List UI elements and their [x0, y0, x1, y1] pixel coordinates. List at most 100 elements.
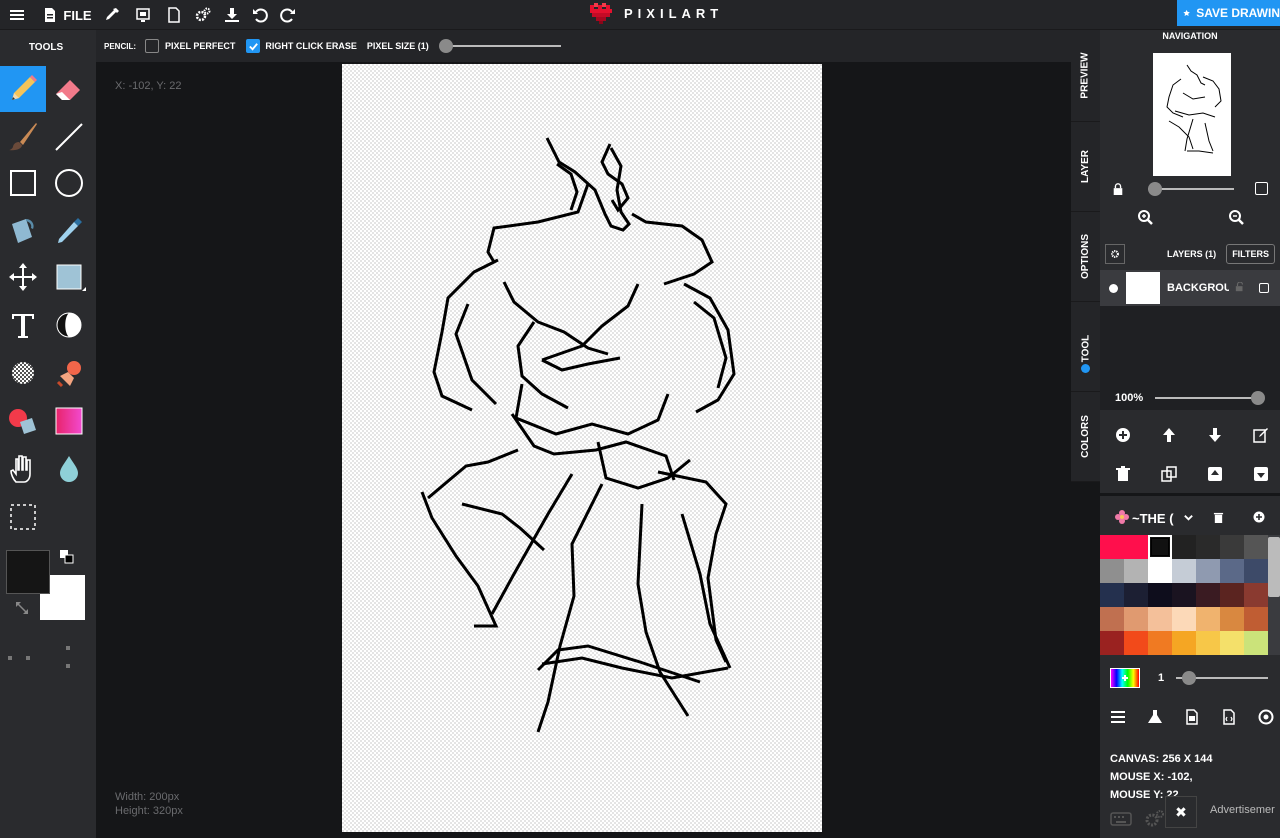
palette-color-swatch[interactable] — [1244, 607, 1268, 631]
rectangle-tool[interactable] — [0, 160, 46, 206]
zoom-out-icon[interactable] — [1228, 209, 1244, 230]
palette-color-swatch[interactable] — [1196, 631, 1220, 655]
redo-icon[interactable] — [278, 3, 298, 27]
primary-color-swatch[interactable] — [6, 550, 50, 594]
palette-color-swatch[interactable] — [1172, 535, 1196, 559]
move-layer-up-icon[interactable] — [1161, 427, 1207, 448]
pixel-size-knob[interactable] — [438, 39, 453, 53]
more-tools-icon[interactable] — [8, 642, 78, 672]
palette-target-icon[interactable] — [1258, 709, 1278, 730]
palette-color-swatch[interactable] — [1124, 535, 1148, 559]
blur-tool[interactable] — [46, 446, 92, 492]
settings-gears-icon[interactable] — [193, 3, 213, 27]
layer-opacity-slider[interactable] — [1155, 391, 1266, 405]
palette-color-swatch[interactable] — [1220, 583, 1244, 607]
palette-color-swatch[interactable] — [1100, 535, 1124, 559]
palette-list-icon[interactable] — [1110, 709, 1147, 730]
delete-palette-icon[interactable] — [1213, 511, 1224, 526]
lock-icon[interactable] — [1112, 182, 1124, 200]
layer-item[interactable]: BACKGROUI — [1100, 270, 1280, 306]
eraser-tool[interactable] — [46, 66, 92, 112]
duplicate-layer-icon[interactable] — [1161, 466, 1207, 487]
ellipse-tool[interactable] — [46, 160, 92, 206]
add-palette-icon[interactable] — [1253, 511, 1265, 526]
pixel-size-slider[interactable] — [438, 39, 561, 53]
color-picker-icon[interactable] — [102, 3, 122, 27]
filters-button[interactable]: FILTERS — [1226, 244, 1276, 264]
undo-icon[interactable] — [250, 3, 270, 27]
palette-color-swatch[interactable] — [1100, 631, 1124, 655]
delete-layer-icon[interactable] — [1115, 466, 1161, 487]
palette-dropdown-icon[interactable] — [1183, 511, 1194, 526]
drawing-canvas[interactable] — [342, 64, 822, 832]
stamp-tool[interactable] — [46, 350, 92, 396]
layer-select-checkbox[interactable] — [1259, 283, 1269, 293]
layer-lock-icon[interactable] — [1235, 280, 1245, 295]
line-tool[interactable] — [46, 114, 92, 160]
palette-color-swatch[interactable] — [1244, 631, 1268, 655]
fit-view-icon[interactable] — [1255, 182, 1268, 195]
brush-size-slider[interactable] — [1176, 671, 1269, 685]
pencil-tool[interactable] — [0, 66, 46, 112]
gears-icon[interactable] — [1144, 810, 1164, 833]
palette-color-swatch[interactable] — [1100, 559, 1124, 583]
move-layer-down-icon[interactable] — [1207, 427, 1253, 448]
palette-color-swatch[interactable] — [1220, 559, 1244, 583]
keyboard-icon[interactable] — [1110, 812, 1132, 831]
palette-color-swatch[interactable] — [1196, 559, 1220, 583]
merge-layer-down-icon[interactable] — [1253, 466, 1273, 487]
tab-layer[interactable]: LAYER — [1071, 122, 1100, 212]
swap-colors-icon[interactable] — [14, 600, 30, 616]
swap-default-colors-icon[interactable] — [60, 550, 74, 564]
marquee-select-tool[interactable] — [0, 494, 46, 540]
palette-color-swatch[interactable] — [1220, 535, 1244, 559]
tab-options[interactable]: OPTIONS — [1071, 212, 1100, 302]
pixilart-logo[interactable]: PIXILART — [588, 0, 723, 26]
move-tool[interactable] — [0, 254, 46, 300]
dither-tool[interactable] — [0, 350, 46, 396]
tab-tool[interactable]: TOOL — [1071, 302, 1100, 392]
bucket-fill-tool[interactable] — [0, 208, 46, 254]
color-picker-add-icon[interactable] — [1110, 668, 1140, 688]
palette-color-swatch[interactable] — [1172, 559, 1196, 583]
palette-color-swatch[interactable] — [1124, 607, 1148, 631]
palette-color-swatch[interactable] — [1148, 559, 1172, 583]
palette-color-swatch[interactable] — [1148, 607, 1172, 631]
merge-layer-up-icon[interactable] — [1207, 466, 1253, 487]
palette-color-swatch[interactable] — [1220, 631, 1244, 655]
palette-color-swatch[interactable] — [1172, 607, 1196, 631]
palette-color-swatch[interactable] — [1124, 559, 1148, 583]
gradient-tool[interactable] — [46, 398, 92, 444]
palette-color-swatch[interactable] — [1124, 631, 1148, 655]
shape-select-tool[interactable] — [46, 254, 92, 300]
palette-color-swatch[interactable] — [1196, 535, 1220, 559]
right-click-erase-checkbox[interactable] — [246, 39, 261, 53]
layer-visibility-icon[interactable] — [1109, 283, 1118, 293]
palette-color-swatch[interactable] — [1244, 535, 1268, 559]
layer-opacity-knob[interactable] — [1251, 391, 1266, 405]
palette-color-swatch[interactable] — [1148, 583, 1172, 607]
text-tool[interactable] — [0, 302, 46, 348]
eyedropper-tool[interactable] — [46, 208, 92, 254]
tab-preview[interactable]: PREVIEW — [1071, 30, 1100, 122]
navigation-zoom-knob[interactable] — [1148, 182, 1162, 196]
palette-color-swatch[interactable] — [1196, 607, 1220, 631]
palette-color-swatch[interactable] — [1220, 607, 1244, 631]
tab-colors[interactable]: COLORS — [1071, 392, 1100, 482]
palette-export-icon[interactable] — [1184, 709, 1221, 730]
palette-color-swatch[interactable] — [1172, 631, 1196, 655]
layer-settings-icon[interactable] — [1105, 244, 1125, 264]
menu-icon[interactable] — [8, 3, 26, 27]
color-replace-tool[interactable] — [0, 398, 46, 444]
navigation-thumbnail[interactable] — [1153, 53, 1231, 176]
pixel-perfect-checkbox[interactable] — [145, 39, 159, 53]
file-menu-button[interactable]: FILE — [42, 3, 92, 27]
save-drawing-button[interactable]: SAVE DRAWIN — [1177, 0, 1280, 26]
pan-tool[interactable] — [0, 446, 46, 492]
navigation-zoom-slider[interactable] — [1148, 182, 1234, 196]
palette-color-swatch[interactable] — [1244, 583, 1268, 607]
palette-color-swatch[interactable] — [1100, 607, 1124, 631]
download-icon[interactable] — [222, 3, 242, 27]
palette-color-swatch[interactable] — [1172, 583, 1196, 607]
palette-code-icon[interactable] — [1221, 709, 1258, 730]
